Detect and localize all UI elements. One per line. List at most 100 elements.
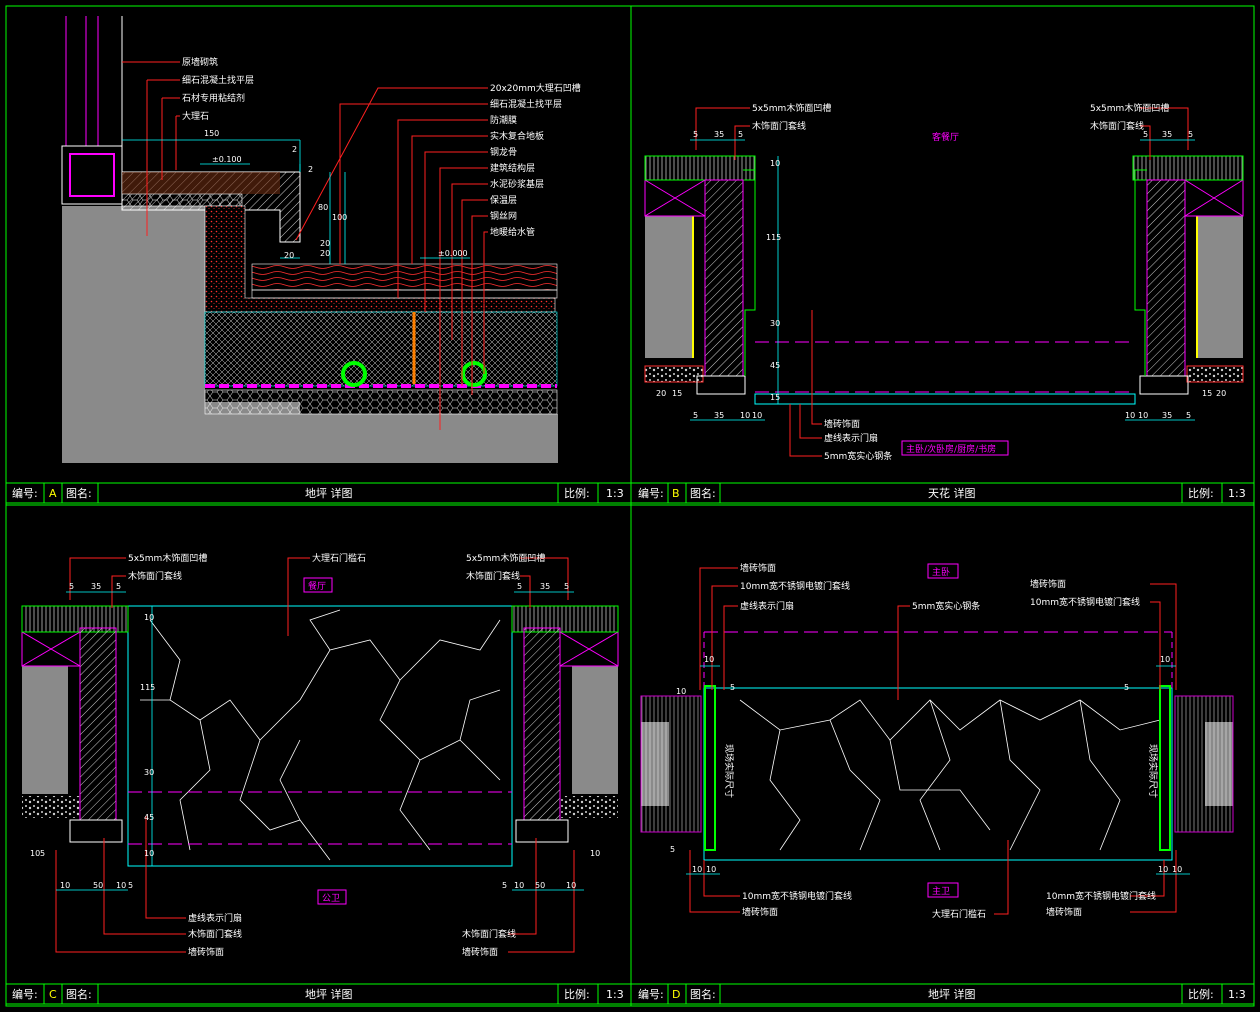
dim-b: 35 [1162,130,1172,139]
dim-c: 10 [514,881,524,890]
label-d-bottom-right: 10mm宽不锈钢电镀门套线 [1046,890,1156,902]
dim-c: 5 [564,582,569,591]
dim-c: 10 [60,881,70,890]
panel-b-number: B [672,487,680,500]
panel-d-name-label: 图名: [690,987,716,1001]
dim-c: 10 [30,849,40,858]
label-c-bottom-right: 墙砖饰面 [462,946,498,958]
panel-d-scale: 1:3 [1228,988,1246,1001]
dim-b: 20 [1216,389,1226,398]
room-label: 主卫 [932,885,950,897]
dim-b: 10 [752,411,762,420]
panel-b-title: 天花 详图 [928,486,976,500]
dim-a: 20 [284,251,294,260]
label-d-bottom-center: 大理石门槛石 [932,908,986,920]
panel-b-number-label: 编号: [638,486,664,500]
dim-d: 10 [1172,865,1182,874]
dim-c: 10 [590,849,600,858]
dim-c: 50 [93,881,103,890]
label-a-right: 水泥砂浆基层 [490,178,544,190]
dim-c: 10 [566,881,576,890]
label-a-right: 钢龙骨 [490,146,517,158]
label-a-right: 细石混凝土找平层 [490,98,562,110]
panel-d-floor-section: 现场实际尺寸 现场实际尺寸 墙砖饰面 10mm宽不锈钢电镀门套线 虚线表示门扇 … [640,562,1234,920]
cad-drawing-sheet: 编号: A 图名: 地坪 详图 比例: 1:3 编号: B 图名: 天花 详图 … [5,5,1255,1007]
label-a-left: 原墙砌筑 [182,56,218,68]
dim-c: 50 [535,881,545,890]
label-c-bottom-left: 墙砖饰面 [188,946,224,958]
label-b-right: 木饰面门套线 [1090,120,1144,132]
dim-c: 35 [540,582,550,591]
label-b-left: 5x5mm木饰面凹槽 [752,102,831,114]
label-c-top-right: 5x5mm木饰面凹槽 [466,552,545,564]
panel-a-floor-section: 原墙砌筑 细石混凝土找平层 石材专用粘结剂 大理石 20x20mm大理石凹槽 细… [61,16,581,463]
label-a-right: 钢丝网 [490,210,517,222]
dim-b: 115 [766,233,781,242]
label-d-top-right: 10mm宽不锈钢电镀门套线 [1030,596,1140,608]
dim-c: 10 [116,881,126,890]
label-b-left: 木饰面门套线 [752,120,806,132]
dim-d: 10 [704,655,714,664]
panel-c-number: C [49,988,57,1001]
dim-c: 5 [502,881,507,890]
label-d-top-right: 墙砖饰面 [1030,578,1066,590]
panel-a-title: 地坪 详图 [305,486,353,500]
label-d-top-left: 虚线表示门扇 [740,600,794,612]
label-a-right: 保温层 [490,194,517,206]
panel-a-scale-label: 比例: [564,486,590,500]
dim-c: 115 [140,683,155,692]
label-d-top-left: 墙砖饰面 [740,562,776,574]
label-a-right: 防潮膜 [490,114,517,126]
dim-b: 5 [738,130,743,139]
dim-c: 5 [128,881,133,890]
room-label: 公卫 [322,893,340,904]
label-b-right: 5x5mm木饰面凹槽 [1090,102,1169,114]
panel-c-scale: 1:3 [606,988,624,1001]
dim-b: 5 [1188,130,1193,139]
panel-d-number: D [672,988,680,1001]
dim-c: 35 [91,582,101,591]
dim-c: 10 [144,613,154,622]
panel-b-ceiling-section: 5x5mm木饰面凹槽 木饰面门套线 5x5mm木饰面凹槽 木饰面门套线 客餐厅 … [644,102,1244,462]
dim-b: 10 [740,411,750,420]
label-a-right: 实木复合地板 [490,130,544,142]
dim-a: 80 [318,203,328,212]
panel-c-scale-label: 比例: [564,987,590,1001]
dim-d: 10 [676,687,686,696]
label-a-left: 大理石 [182,110,209,122]
dim-d: 10 [692,865,702,874]
dim-a: 20 [320,239,330,248]
label-a-left: 细石混凝土找平层 [182,74,254,86]
panel-b-scale: 1:3 [1228,487,1246,500]
panel-a-number-label: 编号: [12,486,38,500]
panel-c-name-label: 图名: [66,987,92,1001]
dim-c: 5 [40,849,45,858]
label-d-top-left: 10mm宽不锈钢电镀门套线 [740,580,850,592]
label-d-bottom-left: 10mm宽不锈钢电镀门套线 [742,890,852,902]
label-a-left: 石材专用粘结剂 [182,92,245,104]
dim-c: 30 [144,768,154,777]
dim-d: 5 [1124,683,1129,692]
label-d-bottom-left: 墙砖饰面 [742,906,778,918]
wood-floor [251,263,558,291]
label-d-bottom-right: 墙砖饰面 [1046,906,1082,918]
dim-b: 15 [770,393,780,402]
panel-c-number-label: 编号: [12,987,38,1001]
dim-b: 10 [1125,411,1135,420]
panel-a-number: A [49,487,57,500]
dim-a: 2 [292,145,297,154]
label-c-bottom-left: 木饰面门套线 [188,928,242,940]
vertical-note: 现场实际尺寸 [1147,744,1159,798]
panel-b-scale-label: 比例: [1188,486,1214,500]
dim-b: 35 [714,411,724,420]
dim-c: 10 [144,849,154,858]
panel-d-scale-label: 比例: [1188,987,1214,1001]
room-label: 客餐厅 [932,131,959,143]
dim-b: 10 [770,159,780,168]
dim-a: 150 [204,129,219,138]
label-d-top-center: 5mm宽实心钢条 [912,600,980,612]
dim-b: 15 [672,389,682,398]
rooms-list: 主卧/次卧房/厨房/书房 [906,443,996,455]
level-mark: ±0.000 [438,249,468,258]
dim-b: 20 [656,389,666,398]
